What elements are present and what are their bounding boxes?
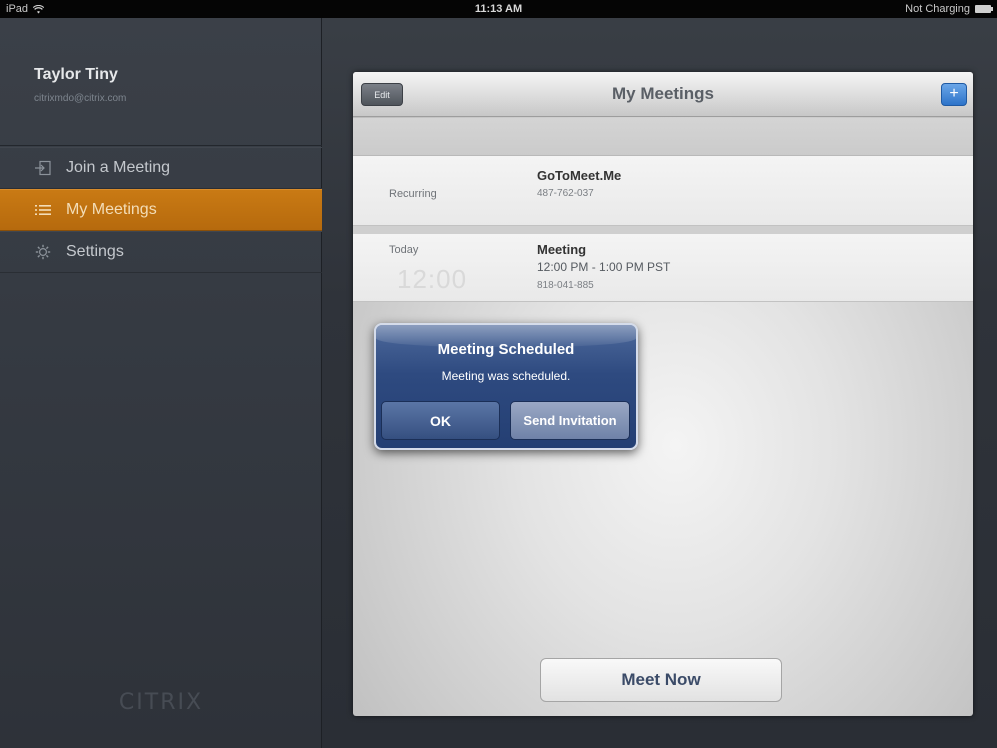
sidebar-item-settings[interactable]: Settings bbox=[0, 231, 322, 273]
page-title: My Meetings bbox=[611, 84, 715, 103]
meeting-row[interactable]: Recurring GoToMeet.Me 487-762-037 bbox=[353, 156, 973, 226]
meeting-start-time: 12:00 bbox=[397, 264, 468, 294]
sidebar-item-join-meeting[interactable]: Join a Meeting bbox=[0, 147, 322, 189]
alert-message: Meeting was scheduled. bbox=[441, 369, 571, 383]
citrix-logo: CITRIX bbox=[118, 690, 204, 715]
panel-header: Edit My Meetings + bbox=[353, 72, 973, 117]
meeting-time-range: 12:00 PM - 1:00 PM PST bbox=[537, 260, 671, 274]
list-icon bbox=[34, 202, 52, 218]
section-header bbox=[353, 118, 973, 156]
status-right: Not Charging bbox=[905, 0, 993, 18]
battery-icon bbox=[975, 5, 993, 13]
sidebar-nav: Join a Meeting My Meetings Settings bbox=[0, 147, 322, 273]
sidebar: Taylor Tiny citrixmdo@citrix.com Join a … bbox=[0, 18, 322, 748]
charging-status: Not Charging bbox=[905, 3, 970, 15]
sidebar-item-label: Settings bbox=[66, 243, 124, 260]
row-divider bbox=[353, 226, 973, 234]
meeting-title: GoToMeet.Me bbox=[537, 168, 622, 183]
add-meeting-button[interactable]: + bbox=[941, 83, 967, 106]
meeting-day-label: Today bbox=[389, 244, 419, 256]
alert-title: Meeting Scheduled bbox=[437, 341, 575, 358]
user-profile[interactable]: Taylor Tiny citrixmdo@citrix.com bbox=[0, 18, 322, 146]
meeting-recurrence-label: Recurring bbox=[389, 188, 437, 200]
meeting-row[interactable]: Today 12:00 Meeting 12:00 PM - 1:00 PM P… bbox=[353, 234, 973, 302]
gear-icon bbox=[34, 244, 52, 260]
meeting-title: Meeting bbox=[537, 242, 587, 257]
ipad-screen: iPad 11:13 AM Not Charging Taylor Tiny c… bbox=[0, 0, 997, 748]
ok-button[interactable]: OK bbox=[381, 401, 500, 440]
sidebar-item-label: My Meetings bbox=[66, 201, 157, 218]
sidebar-item-my-meetings[interactable]: My Meetings bbox=[0, 189, 322, 231]
status-bar: iPad 11:13 AM Not Charging bbox=[0, 0, 997, 18]
send-invitation-button[interactable]: Send Invitation bbox=[510, 401, 630, 440]
profile-name: Taylor Tiny bbox=[34, 66, 118, 83]
join-meeting-icon bbox=[34, 160, 52, 176]
profile-email: citrixmdo@citrix.com bbox=[34, 93, 127, 104]
sidebar-item-label: Join a Meeting bbox=[66, 159, 171, 176]
meet-now-button[interactable]: Meet Now bbox=[540, 658, 782, 702]
meeting-id: 487-762-037 bbox=[537, 188, 594, 199]
meeting-scheduled-alert: Meeting Scheduled Meeting was scheduled.… bbox=[374, 323, 638, 450]
meeting-id: 818-041-885 bbox=[537, 280, 594, 291]
status-time: 11:13 AM bbox=[474, 3, 523, 15]
